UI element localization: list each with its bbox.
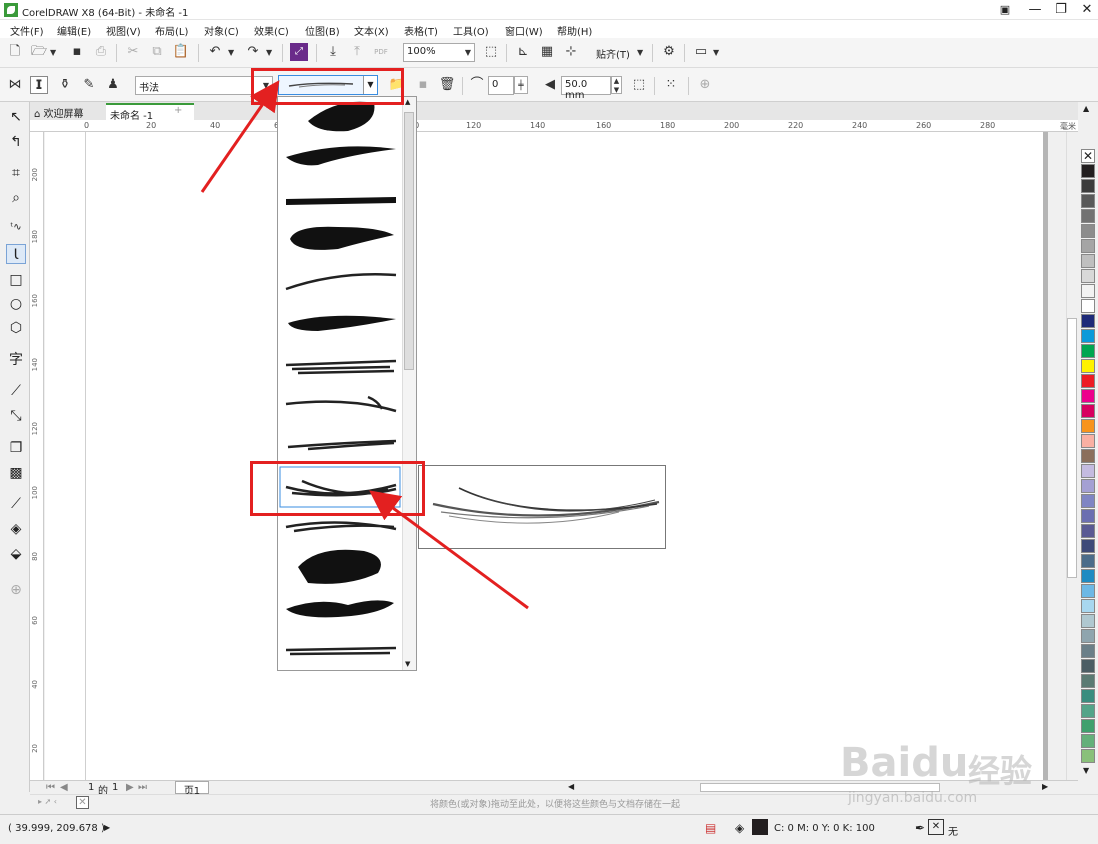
annotation-arrow [369, 490, 529, 610]
baidu-watermark: Baidu 经验 jingyan.baidu.com [840, 740, 1070, 810]
annotation-arrows [200, 80, 529, 610]
annotation-arrow [200, 80, 280, 193]
watermark-brand-cn: 经验 [968, 752, 1033, 790]
watermark-brand: Baidu [840, 740, 969, 786]
watermark-url: jingyan.baidu.com [848, 790, 978, 806]
